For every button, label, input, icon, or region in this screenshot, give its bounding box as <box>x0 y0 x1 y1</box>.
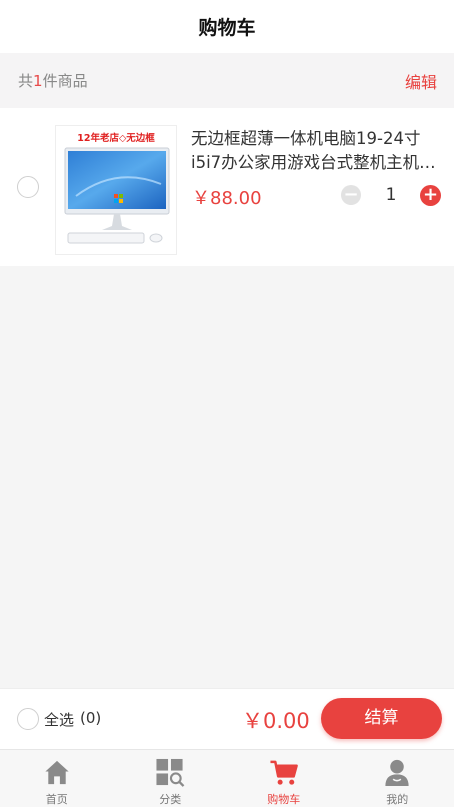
tab-mine[interactable]: 我的 <box>341 750 454 807</box>
count-number: 1 <box>33 72 43 90</box>
edit-button[interactable]: 编辑 <box>405 69 437 93</box>
checkout-bar: 全选 (0) ￥0.00 结算 <box>0 688 454 749</box>
count-suffix: 件商品 <box>42 72 88 90</box>
home-icon <box>45 760 69 785</box>
count-prefix: 共 <box>18 72 34 90</box>
bottom-tab-bar: 首页 分类 购物车 我的 <box>0 749 454 807</box>
computer-monitor-image <box>64 147 170 244</box>
tab-category-label: 分类 <box>159 793 182 806</box>
select-all-label[interactable]: 全选 <box>44 709 74 730</box>
tab-home[interactable]: 首页 <box>0 750 114 807</box>
item-select-radio[interactable] <box>17 176 39 198</box>
item-count-text: 共1件商品 <box>18 70 88 91</box>
category-icon <box>156 758 185 787</box>
header: 购物车 <box>0 0 454 53</box>
product-image[interactable]: 12年老店◇无边框 <box>55 125 177 255</box>
quantity-decrease-button[interactable]: − <box>341 185 361 205</box>
cart-summary-bar: 共1件商品 编辑 <box>0 53 454 108</box>
select-all-radio[interactable] <box>17 708 39 730</box>
product-name-line1: 无边框超薄一体机电脑19-24寸 <box>191 129 421 148</box>
product-name[interactable]: 无边框超薄一体机电脑19-24寸 i5i7办公家用游戏台式整机主机… <box>191 127 441 175</box>
cart-item: 12年老店◇无边框 无边框超薄一体机电脑19-24寸 i5i7办公家用游戏台式整… <box>0 108 454 266</box>
tab-mine-label: 我的 <box>386 793 409 806</box>
page-title: 购物车 <box>198 17 256 39</box>
product-name-line2: i5i7办公家用游戏台式整机主机… <box>191 153 436 172</box>
selected-count: (0) <box>80 709 102 727</box>
total-price: ￥0.00 <box>242 709 310 733</box>
quantity-value: 1 <box>385 185 397 205</box>
quantity-increase-button[interactable]: + <box>420 185 441 206</box>
cart-icon <box>270 760 298 785</box>
tab-cart[interactable]: 购物车 <box>227 750 341 807</box>
tab-cart-label: 购物车 <box>267 793 301 806</box>
product-price: ￥88.00 <box>192 188 262 209</box>
tab-category[interactable]: 分类 <box>114 750 228 807</box>
checkout-button[interactable]: 结算 <box>321 698 442 739</box>
user-icon <box>385 759 409 787</box>
tab-home-label: 首页 <box>45 793 68 806</box>
